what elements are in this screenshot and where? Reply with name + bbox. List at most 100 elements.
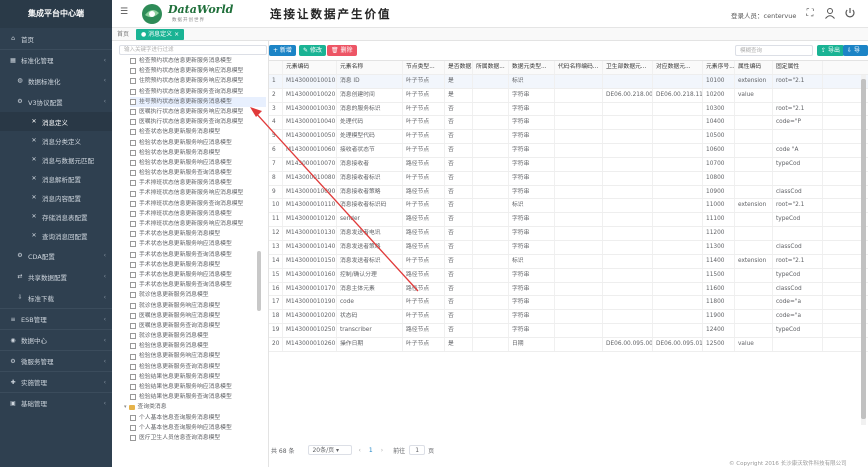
- table-row[interactable]: 10 M143000010110 消息接收者标识码 叶子节点否 标识 11000 exten…: [269, 199, 868, 214]
- sidebar-item[interactable]: ✕ 存储消息表配置: [0, 207, 112, 226]
- add-button[interactable]: + 新增: [269, 45, 296, 56]
- goto-page-input[interactable]: 1: [409, 445, 426, 455]
- delete-button[interactable]: 🗑 删除: [327, 45, 357, 56]
- prev-page-icon[interactable]: ‹: [358, 447, 360, 454]
- tree-folder-node[interactable]: ▾ 查询类消息: [124, 402, 266, 412]
- tree-node[interactable]: 检查状态信息更新服务消息模型: [130, 127, 266, 137]
- column-header[interactable]: 固定属性: [773, 61, 823, 74]
- sidebar-item[interactable]: ⇄ 共享数据配置 ‹: [0, 266, 112, 287]
- user-avatar-icon[interactable]: [823, 6, 837, 20]
- edit-button[interactable]: ✎ 修改: [299, 45, 326, 56]
- tree-node[interactable]: 就诊信息更新服务消息模型: [130, 290, 266, 300]
- sidebar-item[interactable]: ✚ 实施管理 ‹: [0, 371, 112, 392]
- tree-node[interactable]: 手术排班状态信息更新服务查询消息模型: [130, 199, 266, 209]
- tree-node[interactable]: 个人基本信息查询服务消息模型: [130, 413, 266, 423]
- table-row[interactable]: 15 M143000010160 控制/确认分理 路径节点否 字符串 11500 typeC…: [269, 268, 868, 283]
- sidebar-item[interactable]: ✕ 消息分类定义: [0, 131, 112, 150]
- page-number-current[interactable]: 1: [369, 447, 373, 454]
- sidebar-item[interactable]: ✕ 消息内容配置: [0, 188, 112, 207]
- table-row[interactable]: 14 M143000010150 消息发送者标识 叶子节点否 标识 11400 extens…: [269, 254, 868, 269]
- sidebar-item[interactable]: ✕ 查询消息回配置: [0, 226, 112, 245]
- column-header[interactable]: 是否数据...: [445, 61, 473, 74]
- tree-node[interactable]: 手术排班状态信息更新服务消息模型: [130, 178, 266, 188]
- import-button[interactable]: ⇩ 导入: [843, 45, 868, 65]
- sidebar-item[interactable]: ✕ 消息与数据元匹配: [0, 150, 112, 169]
- tree-node[interactable]: 就诊信息更新服务消息模型: [130, 331, 266, 341]
- table-row[interactable]: 5 M143000010050 处理模型代码 叶子节点否 字符串 10500: [269, 130, 868, 145]
- table-row[interactable]: 6 M143000010060 接收者状态节 叶子节点否 字符串 10600 code "A: [269, 144, 868, 158]
- table-row[interactable]: 11 M143000010120 sender 路径节点否 字符串 11100 typeCo…: [269, 213, 868, 228]
- tree-node[interactable]: 检验结果信息更新服务响应消息模型: [130, 382, 266, 392]
- menu-toggle-icon[interactable]: ☰: [120, 8, 129, 17]
- table-row[interactable]: 17 M143000010190 code 叶子节点否 字符串 11800 code="a: [269, 296, 868, 311]
- tree-node[interactable]: 医嘱信息更新服务查询消息模型: [130, 321, 266, 331]
- column-header[interactable]: 代码名称编码...: [555, 61, 603, 74]
- tree-node[interactable]: 手术排班状态信息更新服务消息模型: [130, 209, 266, 219]
- sidebar-item[interactable]: ≡ ESB管理 ‹: [0, 308, 112, 329]
- expand-icon[interactable]: ▾: [124, 402, 127, 412]
- page-size-select[interactable]: 20条/页 ▾: [308, 445, 353, 455]
- export-button[interactable]: ⇪ 导出: [817, 45, 844, 56]
- tree-node[interactable]: 手术状态信息更新服务查询消息模型: [130, 250, 266, 260]
- grid-scrollbar-thumb[interactable]: [861, 79, 866, 419]
- tree-node[interactable]: 检查预约状态信息更新服务查询消息模型: [130, 87, 266, 97]
- tree-node[interactable]: 检查预约状态信息更新服务消息模型: [130, 56, 266, 66]
- sidebar-item[interactable]: ⌂ 首页: [0, 28, 112, 49]
- column-header[interactable]: 数据元类型...: [509, 61, 555, 74]
- sidebar-item[interactable]: ⚙ 微服务管理 ‹: [0, 350, 112, 371]
- sidebar-item[interactable]: ⚙ CDA配置 ‹: [0, 245, 112, 266]
- column-header[interactable]: 属性编码: [735, 61, 773, 74]
- tree-node[interactable]: 检查预约状态信息更新服务响应消息模型: [130, 66, 266, 76]
- tree-node[interactable]: 手术排班状态信息更新服务响应消息模型: [130, 188, 266, 198]
- tree-node[interactable]: 医疗卫生人员信息查询消息模型: [130, 433, 266, 443]
- tree-node[interactable]: 手术状态信息更新服务查询消息模型: [130, 280, 266, 290]
- tree-node[interactable]: 检验状态信息更新服务消息模型: [130, 148, 266, 158]
- table-row[interactable]: 2 M143000010020 消息创建时间 叶子节点是 字符串 DE06.00.218.…: [269, 88, 868, 103]
- table-row[interactable]: 13 M143000010140 消息发送者策略 路径节点否 字符串 11300 class…: [269, 240, 868, 255]
- tab-home[interactable]: 首页: [112, 29, 134, 40]
- tree-node[interactable]: 手术状态信息更新服务消息模型: [130, 229, 266, 239]
- tree-node[interactable]: 检验状态信息更新服务响应消息模型: [130, 158, 266, 168]
- column-header[interactable]: 节点类型...: [403, 61, 445, 74]
- tree-scrollbar[interactable]: [257, 251, 261, 311]
- table-row[interactable]: 16 M143000010170 消息主体元素 路径节点否 字符串 11600 classC…: [269, 282, 868, 297]
- tree-node[interactable]: 医嘱执行状态信息更新服务响应消息模型: [130, 107, 266, 117]
- column-header[interactable]: 对应数据元...: [653, 61, 703, 74]
- tree-node[interactable]: 检验结果信息更新服务消息模型: [130, 372, 266, 382]
- sidebar-item[interactable]: ◍ 数据标准化 ‹: [0, 70, 112, 91]
- tree-node[interactable]: 住院预约状态信息更新服务响应消息模型: [130, 76, 266, 86]
- sidebar-item[interactable]: ◉ 数据中心 ‹: [0, 329, 112, 350]
- tab-message-definition[interactable]: ● 消息定义 ×: [136, 28, 185, 40]
- column-header[interactable]: 所属数据...: [473, 61, 509, 74]
- tree-search-input[interactable]: 输入关键字进行过滤: [119, 45, 267, 55]
- table-row[interactable]: 3 M143000010030 消息的服务标识 叶子节点否 字符串 10300 root="…: [269, 102, 868, 117]
- tree-node[interactable]: 个人基本信息查询服务响应消息模型: [130, 423, 266, 433]
- sidebar-item[interactable]: ✕ 消息定义: [0, 112, 112, 131]
- sidebar-item[interactable]: ▣ 基础管理 ‹: [0, 392, 112, 413]
- sidebar-item[interactable]: ⚙ V3协议配置 ‹: [0, 91, 112, 112]
- tree-node[interactable]: 检验信息更新服务响应消息模型: [130, 351, 266, 361]
- table-row[interactable]: 1 M143000010010 消息 ID 叶子节点是 标识 10100 extension…: [269, 74, 868, 89]
- tree-node[interactable]: 检验信息更新服务消息模型: [130, 341, 266, 351]
- table-row[interactable]: 9 M143000010090 消息接收者策略 路径节点否 字符串 10900 classC…: [269, 185, 868, 200]
- tree-node[interactable]: 检验状态信息更新服务响应消息模型: [130, 138, 266, 148]
- tab-close-icon[interactable]: ×: [172, 31, 179, 38]
- column-header[interactable]: 卫生部数据元...: [603, 61, 653, 74]
- table-row[interactable]: 12 M143000010130 消息发送者电讯 路径节点否 字符串 11200: [269, 227, 868, 241]
- tree-node[interactable]: 检验结果信息更新服务查询消息模型: [130, 392, 266, 402]
- logout-icon[interactable]: [843, 6, 857, 20]
- sidebar-item[interactable]: ⇩ 标准下载 ‹: [0, 287, 112, 308]
- tree-node[interactable]: 检验状态信息更新服务查询消息模型: [130, 168, 266, 178]
- grid-scrollbar[interactable]: [861, 75, 866, 425]
- table-row[interactable]: 19 M143000010250 transcriber 路径节点否 字符串 12400 t…: [269, 324, 868, 338]
- tree-node[interactable]: 手术状态信息更新服务消息模型: [130, 260, 266, 270]
- sidebar-item[interactable]: ✕ 消息解析配置: [0, 169, 112, 188]
- tree-node[interactable]: 就诊信息更新服务响应消息模型: [130, 301, 266, 311]
- table-row[interactable]: 7 M143000010070 消息接收者 路径节点否 字符串 10700 typeCod: [269, 157, 868, 172]
- table-row[interactable]: 18 M143000010200 状态码 叶子节点否 字符串 11900 code="a: [269, 310, 868, 325]
- sidebar-item[interactable]: ▦ 标准化管理 ‹: [0, 49, 112, 70]
- column-header[interactable]: 元素编码: [283, 61, 337, 74]
- table-row[interactable]: 8 M143000010080 消息接收者标识 叶子节点否 字符串 10800: [269, 171, 868, 186]
- column-header[interactable]: [269, 61, 283, 74]
- column-header[interactable]: 元素序号...: [703, 61, 735, 74]
